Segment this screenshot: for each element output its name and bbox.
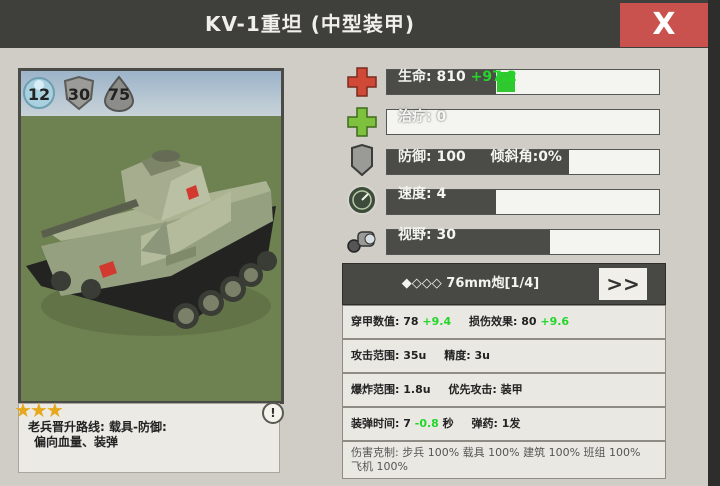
close-button[interactable]: X (620, 3, 708, 47)
unit-portrait: 12 30 75 (18, 68, 284, 404)
penetration-text: 穿甲数值: 78 +9.4 损伤效果: 80 +9.6 (351, 306, 569, 338)
heal-label: 治疗: (398, 109, 432, 125)
damage-label: 损伤效果: (468, 315, 518, 328)
reload-label: 装弹时间: (351, 417, 400, 430)
hp-value: 810 (436, 69, 466, 85)
binoculars-icon (347, 231, 376, 253)
blast-value: 1.8u (403, 383, 431, 396)
veteran-path-line2: 偏向血量、装弹 (34, 435, 119, 449)
reload-unit: 秒 (442, 417, 454, 430)
speed-label: 速度: (398, 186, 432, 202)
weapon-name[interactable]: ◆◇◇◇ 76mm炮[1/4] (343, 264, 598, 304)
hp-label: 生命: (398, 69, 432, 85)
badge-armor-value: 30 (67, 85, 91, 104)
range-label: 攻击范围: (351, 349, 400, 362)
vision-label: 视野: (398, 227, 432, 243)
vision-value: 30 (436, 227, 456, 243)
defense-value: 100 (436, 149, 466, 165)
range-text: 攻击范围: 35u 精度: 3u (351, 340, 490, 372)
weapon-range-row: 攻击范围: 35u 精度: 3u (342, 339, 666, 373)
veteran-path-line1: 老兵晋升路线: 载具-防御: (28, 420, 167, 434)
ammo-value: 1发 (501, 417, 521, 430)
weapon-blast-row: 爆炸范围: 1.8u 优先攻击: 装甲 (342, 373, 666, 407)
ammo-label: 弹药: (471, 417, 498, 430)
tank-image (21, 71, 281, 401)
weapon-reload-row: 装弹时间: 7 -0.8 秒 弹药: 1发 (342, 407, 666, 441)
range-value: 35u (403, 349, 427, 362)
damage-counter-row: 伤害克制: 步兵 100% 载具 100% 建筑 100% 班组 100% 飞机… (342, 441, 666, 479)
defense-label-group: 防御: 100 倾斜角:0% (398, 146, 562, 166)
badge-level-value: 12 (27, 85, 51, 104)
accuracy-value: 3u (474, 349, 490, 362)
heal-cross-icon (347, 107, 377, 137)
veteran-path-text: 老兵晋升路线: 载具-防御: 偏向血量、装弹 (28, 420, 268, 450)
penetration-label: 穿甲数值: (351, 315, 400, 328)
speed-value: 4 (436, 186, 447, 202)
badge-level: 12 (21, 75, 57, 113)
damage-bonus: +9.6 (540, 315, 570, 328)
speed-label-group: 速度: 4 (398, 183, 446, 203)
reload-text: 装弹时间: 7 -0.8 秒 弹药: 1发 (351, 408, 520, 440)
heal-label-group: 治疗: 0 (398, 106, 446, 126)
penetration-value: 78 (403, 315, 419, 328)
slope-angle: 倾斜角:0% (490, 149, 562, 165)
blast-text: 爆炸范围: 1.8u 优先攻击: 装甲 (351, 374, 523, 406)
blast-label: 爆炸范围: (351, 383, 400, 396)
weapon-selector: ◆◇◇◇ 76mm炮[1/4] >> (342, 263, 666, 305)
badge-ammo: 75 (101, 75, 137, 113)
penetration-bonus: +9.4 (422, 315, 452, 328)
speedometer-icon (347, 185, 377, 215)
reload-value: 7 (403, 417, 411, 430)
heal-value: 0 (436, 109, 447, 125)
health-cross-icon (347, 67, 377, 97)
defense-label: 防御: (398, 149, 432, 165)
reload-bonus: -0.8 (414, 417, 439, 430)
accuracy-label: 精度: (444, 349, 471, 362)
priority-value: 装甲 (500, 383, 523, 396)
hp-bonus: +97.2 (470, 69, 517, 85)
badge-armor: 30 (61, 75, 97, 113)
next-weapon-button[interactable]: >> (599, 268, 647, 300)
priority-label: 优先攻击: (448, 383, 497, 396)
shield-icon (351, 144, 373, 176)
damage-counter-text: 伤害克制: 步兵 100% 载具 100% 建筑 100% 班组 100% 飞机… (351, 446, 641, 473)
rank-stars-icon: ★★★ (14, 398, 64, 422)
weapon-penetration-row: 穿甲数值: 78 +9.4 损伤效果: 80 +9.6 (342, 305, 666, 339)
unit-title: KV-1重坦 (中型装甲) (205, 12, 415, 36)
damage-value: 80 (521, 315, 537, 328)
background-edge (708, 0, 720, 486)
hp-label-group: 生命: 810 +97.2 (398, 66, 517, 86)
vision-label-group: 视野: 30 (398, 224, 456, 244)
badge-ammo-value: 75 (107, 85, 131, 104)
